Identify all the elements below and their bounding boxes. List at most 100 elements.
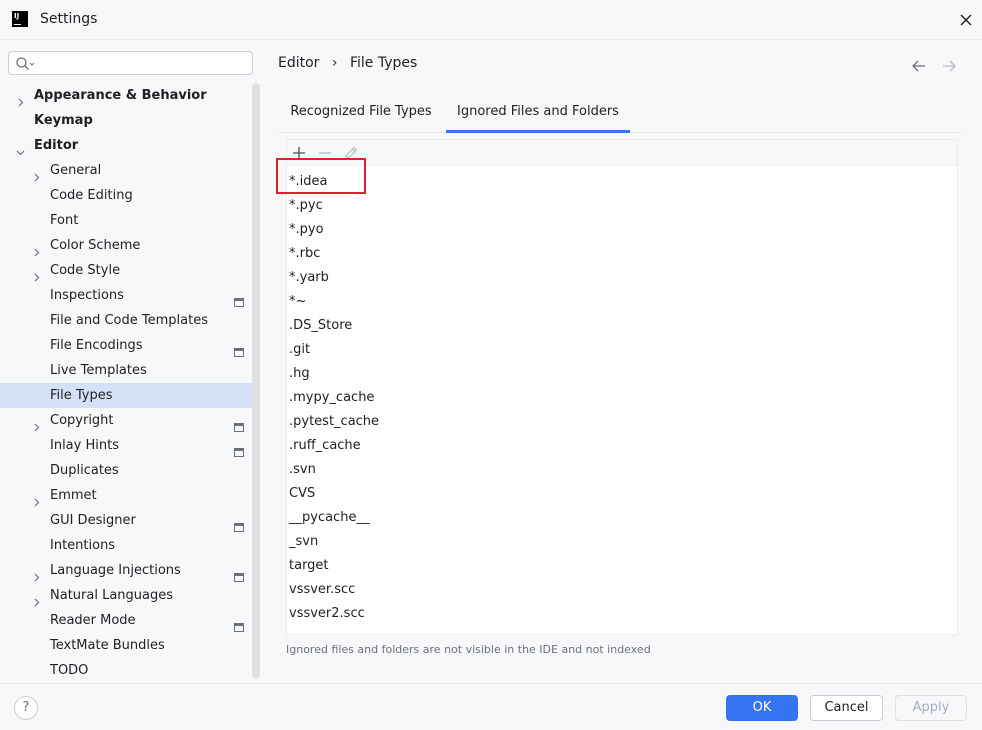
sidebar-item-textmate-bundles[interactable]: TextMate Bundles bbox=[0, 633, 253, 658]
sidebar-item-todo[interactable]: TODO bbox=[0, 658, 253, 683]
sidebar-item-inspections[interactable]: Inspections bbox=[0, 283, 253, 308]
chevron-right-icon[interactable] bbox=[32, 266, 41, 282]
list-item[interactable]: .ruff_cache bbox=[287, 434, 957, 458]
sidebar-item-file-and-code-templates[interactable]: File and Code Templates bbox=[0, 308, 253, 333]
chevron-right-icon[interactable] bbox=[32, 491, 41, 507]
list-item[interactable]: *.rbc bbox=[287, 242, 957, 266]
list-item[interactable]: vssver2.scc bbox=[287, 602, 957, 626]
breadcrumb-current: File Types bbox=[349, 55, 418, 71]
chevron-down-icon[interactable] bbox=[16, 141, 25, 156]
sidebar-item-label: Live Templates bbox=[50, 363, 147, 378]
list-item[interactable]: target bbox=[287, 554, 957, 578]
list-item[interactable]: .mypy_cache bbox=[287, 386, 957, 410]
breadcrumb-separator: › bbox=[331, 55, 338, 71]
sidebar-item-intentions[interactable]: Intentions bbox=[0, 533, 253, 558]
sidebar-item-reader-mode[interactable]: Reader Mode bbox=[0, 608, 253, 633]
sidebar-item-language-injections[interactable]: Language Injections bbox=[0, 558, 253, 583]
sidebar-item-label: Reader Mode bbox=[50, 613, 136, 628]
tab-recognized-file-types[interactable]: Recognized File Types bbox=[278, 91, 444, 133]
title-bar: IJ Settings bbox=[0, 0, 982, 40]
highlight-annotation bbox=[276, 158, 366, 194]
help-icon[interactable]: ? bbox=[14, 696, 38, 720]
sidebar-item-live-templates[interactable]: Live Templates bbox=[0, 358, 253, 383]
ignored-list-panel: *.idea *.pyc *.pyo *.rbc *.yarb *~ .DS_Store .g… bbox=[286, 139, 958, 635]
sidebar-item-copyright[interactable]: Copyright bbox=[0, 408, 253, 433]
sidebar-item-label: Language Injections bbox=[50, 563, 181, 578]
chevron-right-icon[interactable] bbox=[32, 566, 41, 582]
list-item[interactable]: __pycache__ bbox=[287, 506, 957, 530]
sidebar-item-natural-languages[interactable]: Natural Languages bbox=[0, 583, 253, 608]
sidebar-item-code-style[interactable]: Code Style bbox=[0, 258, 253, 283]
project-scope-icon bbox=[234, 291, 244, 307]
chevron-right-icon[interactable] bbox=[32, 241, 41, 257]
sidebar-item-duplicates[interactable]: Duplicates bbox=[0, 458, 253, 483]
project-scope-icon bbox=[234, 516, 244, 532]
sidebar-item-label: TextMate Bundles bbox=[50, 638, 165, 653]
sidebar-item-inlay-hints[interactable]: Inlay Hints bbox=[0, 433, 253, 458]
sidebar-item-file-types[interactable]: File Types bbox=[0, 383, 253, 408]
list-item[interactable]: CVS bbox=[287, 482, 957, 506]
forward-arrow-icon[interactable] bbox=[941, 59, 957, 73]
sidebar-item-label: Inspections bbox=[50, 288, 124, 303]
list-item[interactable]: _svn bbox=[287, 530, 957, 554]
sidebar-item-appearance-behavior[interactable]: Appearance & Behavior bbox=[0, 83, 253, 108]
sidebar-item-editor[interactable]: Editor bbox=[0, 133, 253, 158]
list-item[interactable]: .git bbox=[287, 338, 957, 362]
ignored-hint: Ignored files and folders are not visibl… bbox=[286, 643, 651, 656]
chevron-right-icon[interactable] bbox=[16, 91, 25, 107]
chevron-right-icon[interactable] bbox=[32, 166, 41, 182]
sidebar-item-general[interactable]: General bbox=[0, 158, 253, 183]
app-icon: IJ bbox=[12, 11, 28, 27]
cancel-button[interactable]: Cancel bbox=[810, 695, 883, 721]
search-field[interactable] bbox=[8, 51, 253, 75]
project-scope-icon bbox=[234, 341, 244, 357]
sidebar-item-label: File and Code Templates bbox=[50, 313, 208, 328]
ok-button[interactable]: OK bbox=[726, 695, 798, 721]
sidebar-item-gui-designer[interactable]: GUI Designer bbox=[0, 508, 253, 533]
search-icon bbox=[16, 57, 35, 70]
chevron-right-icon[interactable] bbox=[32, 416, 41, 432]
breadcrumb-parent[interactable]: Editor bbox=[278, 55, 319, 71]
sidebar-item-label: Keymap bbox=[34, 113, 93, 128]
list-item[interactable]: *.yarb bbox=[287, 266, 957, 290]
tab-bar: Recognized File Types Ignored Files and … bbox=[278, 91, 964, 133]
sidebar-item-label: Inlay Hints bbox=[50, 438, 119, 453]
project-scope-icon bbox=[234, 616, 244, 632]
list-item[interactable]: vssver.scc bbox=[287, 578, 957, 602]
sidebar-item-label: Appearance & Behavior bbox=[34, 88, 207, 103]
sidebar-item-label: File Types bbox=[50, 388, 113, 403]
sidebar-item-file-encodings[interactable]: File Encodings bbox=[0, 333, 253, 358]
sidebar-item-font[interactable]: Font bbox=[0, 208, 253, 233]
list-item[interactable]: *.pyc bbox=[287, 194, 957, 218]
breadcrumb: Editor › File Types bbox=[278, 55, 417, 71]
settings-content: Editor › File Types Recognized File Type… bbox=[263, 41, 982, 683]
list-item[interactable]: *.pyo bbox=[287, 218, 957, 242]
list-item[interactable]: .svn bbox=[287, 458, 957, 482]
project-scope-icon bbox=[234, 441, 244, 457]
dialog-footer: ? OK Cancel Apply bbox=[0, 683, 982, 730]
ignored-patterns-list: *.idea *.pyc *.pyo *.rbc *.yarb *~ .DS_Store .g… bbox=[287, 170, 957, 626]
apply-button[interactable]: Apply bbox=[895, 695, 967, 721]
chevron-right-icon[interactable] bbox=[32, 591, 41, 607]
list-item[interactable]: *~ bbox=[287, 290, 957, 314]
list-item[interactable]: .DS_Store bbox=[287, 314, 957, 338]
sidebar-item-emmet[interactable]: Emmet bbox=[0, 483, 253, 508]
sidebar-item-code-editing[interactable]: Code Editing bbox=[0, 183, 253, 208]
search-input[interactable] bbox=[37, 54, 247, 72]
sidebar-item-color-scheme[interactable]: Color Scheme bbox=[0, 233, 253, 258]
sidebar-item-label: GUI Designer bbox=[50, 513, 136, 528]
project-scope-icon bbox=[234, 416, 244, 432]
tab-ignored-files-and-folders[interactable]: Ignored Files and Folders bbox=[446, 91, 630, 133]
sidebar-item-label: Code Style bbox=[50, 263, 121, 278]
sidebar-item-label: Editor bbox=[34, 138, 79, 153]
sidebar-item-label: Intentions bbox=[50, 538, 116, 553]
list-toolbar bbox=[287, 140, 957, 166]
list-item[interactable]: .pytest_cache bbox=[287, 410, 957, 434]
back-arrow-icon[interactable] bbox=[911, 59, 927, 73]
close-icon[interactable] bbox=[956, 10, 976, 30]
sidebar-item-keymap[interactable]: Keymap bbox=[0, 108, 253, 133]
sidebar-item-label: Font bbox=[50, 213, 79, 228]
list-item[interactable]: *.idea bbox=[287, 170, 957, 194]
sidebar-scrollbar[interactable] bbox=[252, 83, 260, 679]
list-item[interactable]: .hg bbox=[287, 362, 957, 386]
